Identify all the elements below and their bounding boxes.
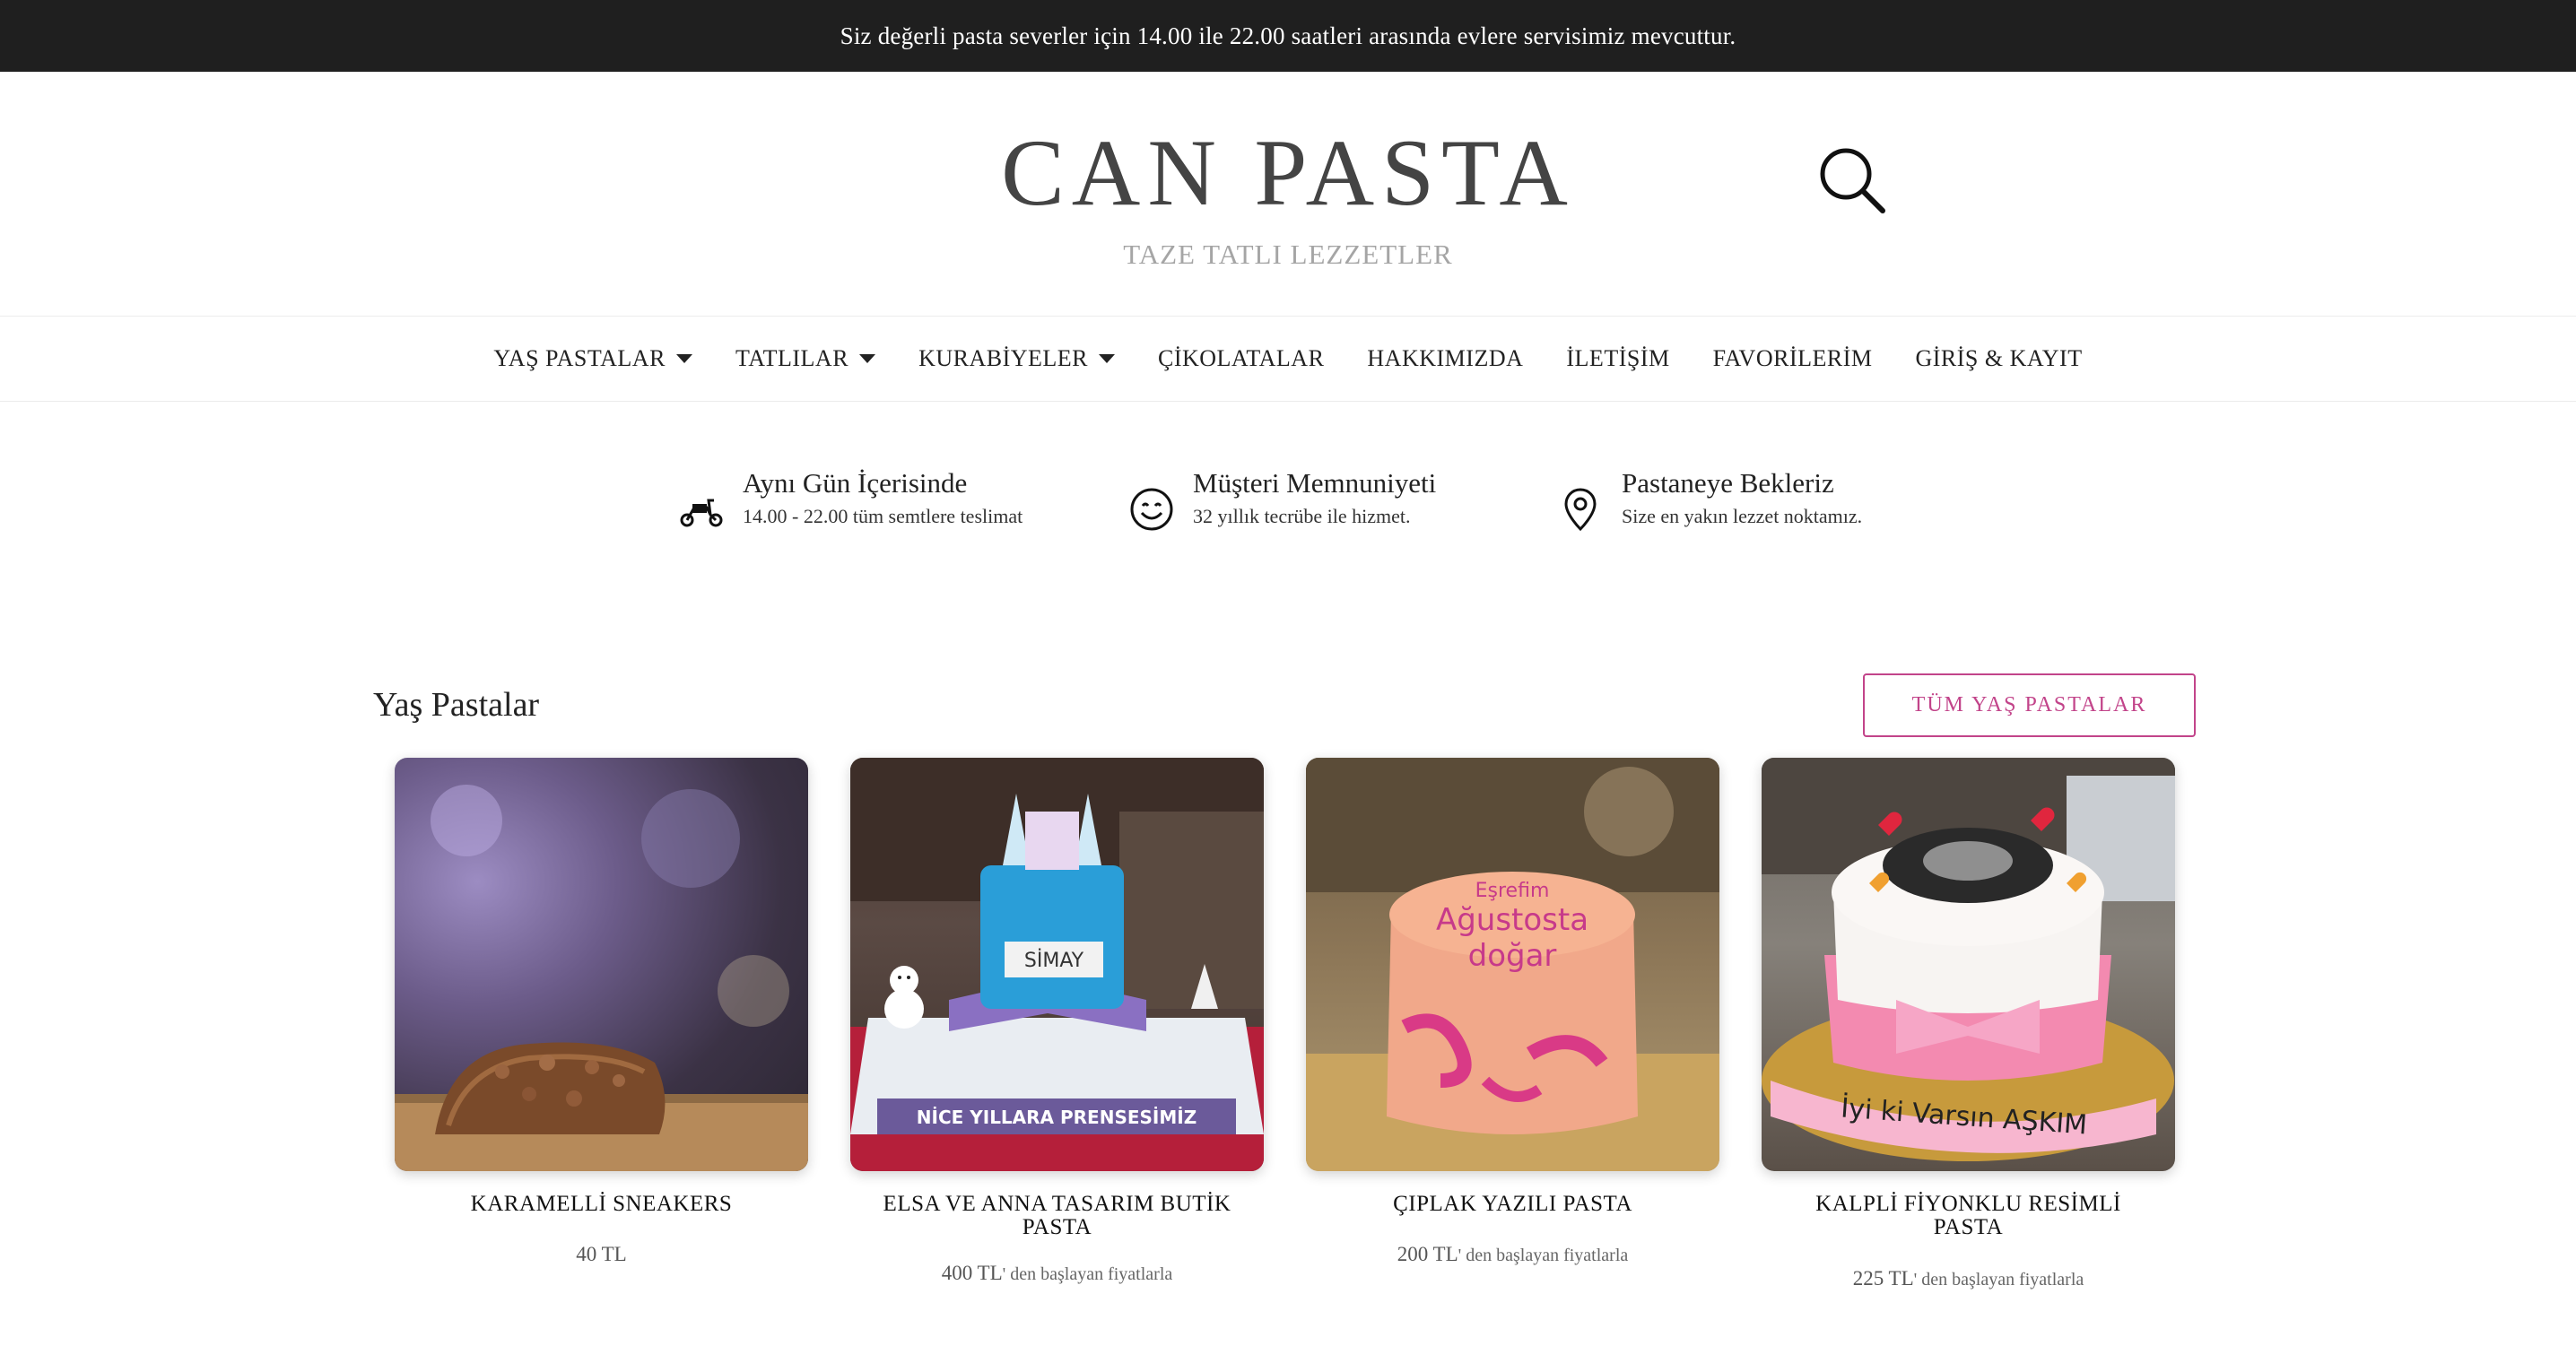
cake-banner-text: NİCE YILLARA PRENSESİMİZ [917,1107,1197,1128]
nav-item-hakkimizda[interactable]: HAKKIMIZDA [1367,345,1523,372]
feature-subtitle: Size en yakın lezzet noktamız. [1622,505,1863,528]
price-suffix: ' den başlayan fiyatlarla [1458,1246,1629,1266]
price-suffix: ' den başlayan fiyatlarla [1913,1269,2084,1290]
price-value: 400 TL [941,1261,1003,1284]
product-name[interactable]: ÇIPLAK YAZILI PASTA [1306,1192,1719,1216]
smile-icon [1128,486,1175,533]
location-pin-icon [1557,486,1604,533]
announcement-text: Siz değerli pasta severler için 14.00 il… [840,22,1736,49]
nav-label: YAŞ PASTALAR [493,345,666,371]
product-image[interactable] [395,758,808,1171]
product-image[interactable]: NİCE YILLARA PRENSESİMİZ SİMAY [850,758,1264,1171]
price-value: 225 TL [1852,1266,1914,1290]
product-price: 225 TL' den başlayan fiyatlarla [1762,1267,2175,1290]
feature-subtitle: 32 yıllık tecrübe ile hizmet. [1193,505,1411,528]
nav-item-cikolatalar[interactable]: ÇİKOLATALAR [1158,345,1324,372]
scooter-icon [678,486,725,533]
product-name[interactable]: ELSA VE ANNA TASARIM BUTİK PASTA [850,1192,1264,1240]
nav-label: TATLILAR [735,345,849,371]
feature-store: Pastaneye Bekleriz Size en yakın lezzet … [1557,466,1862,533]
caret-down-icon [859,354,876,363]
product-card[interactable]: Eşrefim Ağustosta doğar ÇIPLAK YAZILI PA… [1306,758,1719,1266]
nav-item-tatlilar[interactable]: TATLILAR [735,345,876,372]
all-cakes-button[interactable]: TÜM YAŞ PASTALAR [1863,673,2196,737]
price-value: 200 TL [1397,1243,1458,1266]
search-icon[interactable] [1817,145,1887,215]
nav-item-giris-kayit[interactable]: GİRİŞ & KAYIT [1915,345,2082,372]
product-grid: KARAMELLİ SNEAKERS 40 TL NİCE YILLARA PR… [0,758,2576,1372]
product-price: 200 TL' den başlayan fiyatlarla [1306,1243,1719,1266]
section-title: Yaş Pastalar [373,686,540,724]
product-image[interactable]: Eşrefim Ağustosta doğar [1306,758,1719,1171]
nav-label: HAKKIMIZDA [1367,345,1524,371]
site-header: CAN PASTA TAZE TATLI LEZZETLER [0,72,2576,316]
nav-item-yas-pastalar[interactable]: YAŞ PASTALAR [493,345,692,372]
product-card[interactable]: KARAMELLİ SNEAKERS 40 TL [395,758,808,1266]
price-value: 40 TL [576,1243,627,1266]
feature-title: Müşteri Memnuniyeti [1193,467,1437,499]
feature-subtitle: 14.00 - 22.00 tüm semtlere teslimat [743,505,1023,528]
brand-tagline: TAZE TATLI LEZZETLER [1123,239,1453,270]
product-card[interactable]: NİCE YILLARA PRENSESİMİZ SİMAY ELSA VE A… [850,758,1264,1285]
feature-title: Pastaneye Bekleriz [1622,467,1834,499]
nav-label: GİRİŞ & KAYIT [1915,345,2083,371]
nav-label: KURABİYELER [918,345,1088,371]
product-price: 40 TL [395,1243,808,1266]
product-price: 400 TL' den başlayan fiyatlarla [850,1262,1264,1285]
product-name[interactable]: KARAMELLİ SNEAKERS [395,1192,808,1216]
feature-title: Aynı Gün İçerisinde [743,467,968,499]
product-name[interactable]: KALPLİ FİYONKLU RESİMLİ PASTA [1762,1192,2175,1240]
cake-text-line: Eşrefim [1475,880,1550,902]
announcement-bar: Siz değerli pasta severler için 14.00 il… [0,0,2576,72]
cake-name-text: SİMAY [1024,949,1084,972]
nav-item-kurabiyeler[interactable]: KURABİYELER [918,345,1115,372]
feature-same-day: Aynı Gün İçerisinde 14.00 - 22.00 tüm se… [678,466,1023,533]
feature-satisfaction: Müşteri Memnuniyeti 32 yıllık tecrübe il… [1128,466,1436,533]
product-card[interactable]: İyi ki Varsın AŞKIM KALPLİ FİYONKLU RESİ… [1762,758,2175,1290]
main-nav: YAŞ PASTALAR TATLILAR KURABİYELER ÇİKOLA… [0,316,2576,402]
caret-down-icon [675,354,692,363]
brand-logo[interactable]: CAN PASTA [0,126,2576,221]
caret-down-icon [1099,354,1115,363]
nav-label: ÇİKOLATALAR [1158,345,1325,371]
price-suffix: ' den başlayan fiyatlarla [1002,1263,1173,1284]
feature-strip: Aynı Gün İçerisinde 14.00 - 22.00 tüm se… [0,466,2576,556]
nav-item-favorilerim[interactable]: FAVORİLERİM [1713,345,1873,372]
cake-text-line: doğar [1468,938,1557,974]
nav-label: İLETİŞİM [1566,345,1670,371]
nav-label: FAVORİLERİM [1712,345,1873,371]
nav-item-iletisim[interactable]: İLETİŞİM [1566,345,1669,372]
product-image[interactable]: İyi ki Varsın AŞKIM [1762,758,2175,1171]
cake-text-line: Ağustosta [1436,902,1588,938]
